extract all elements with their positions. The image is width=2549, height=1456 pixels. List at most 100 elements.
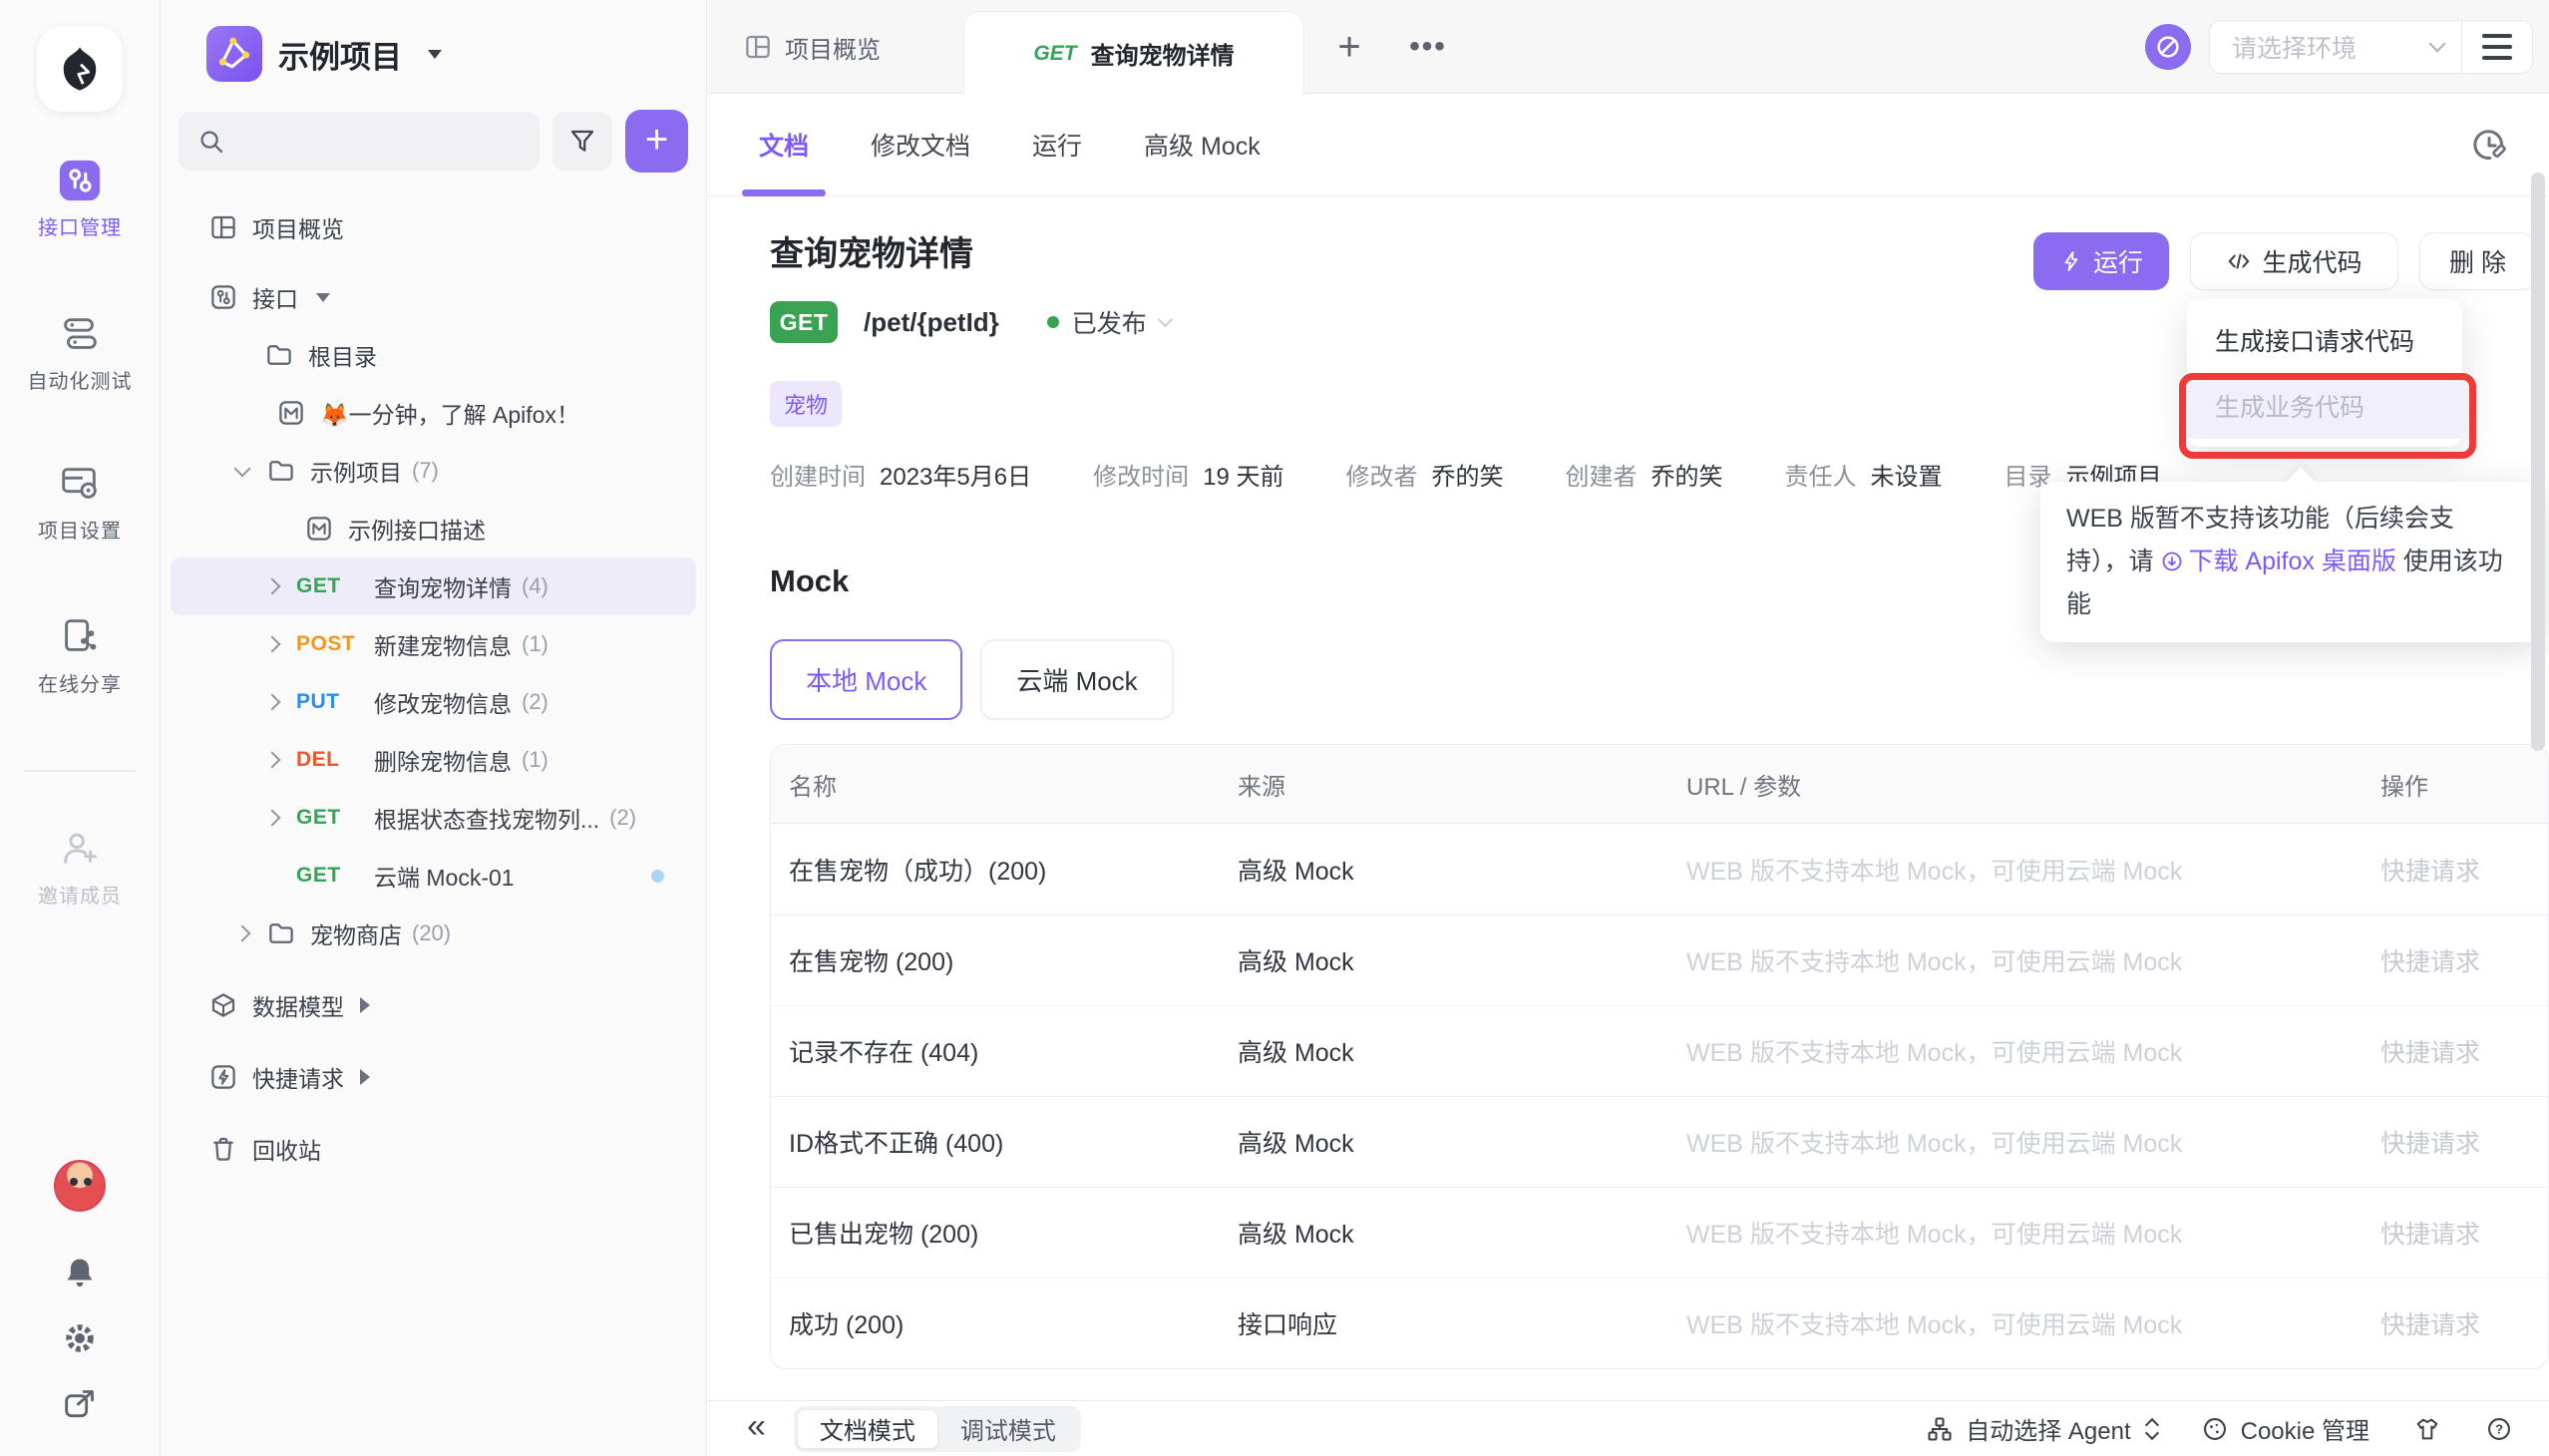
quick-request-link[interactable]: 快捷请求 [2357,1305,2548,1341]
tree-item[interactable]: 🦊一分钟，了解 Apifox！ [171,384,696,442]
chevron-icon[interactable] [232,927,266,939]
agent-selector[interactable]: 自动选择 Agent [1926,1411,2156,1446]
chevron-icon[interactable] [232,467,266,475]
rail-item-online-share[interactable]: 在线分享 [0,614,160,697]
tree-item[interactable]: 宠物商店 (20) [171,905,696,962]
tab-more-button[interactable]: ••• [1393,0,1463,94]
method-badge: GET [296,864,374,888]
tree-item[interactable]: GET 云端 Mock-01 [171,847,696,905]
agent-icon [1926,1415,1954,1443]
tree-item[interactable]: GET 查询宠物详情 (4) [171,557,696,615]
quick-request-link[interactable]: 快捷请求 [2357,1124,2548,1160]
chevron-icon[interactable] [262,812,296,824]
rail-item-api-management[interactable]: 接口管理 [0,158,160,240]
environment-select[interactable]: 请选择环境 [2210,21,2462,73]
method-badge: DEL [296,748,374,772]
tree-item[interactable]: POST 新建宠物信息 (1) [171,615,696,673]
mock-url-placeholder: WEB 版不支持本地 Mock，可使用云端 Mock [1668,1215,2357,1251]
user-avatar[interactable] [54,1160,106,1212]
generate-code-button[interactable]: 生成代码 [2190,232,2398,290]
sidebar-item-data-models[interactable]: 数据模型 [171,976,696,1034]
project-name: 示例项目 [278,32,402,77]
tree-item[interactable]: 根目录 [171,326,696,384]
mock-name: 记录不存在 (404) [771,1033,1220,1069]
rail-item-invite-member[interactable]: 邀请成员 [0,826,160,909]
doc-tab[interactable]: 修改文档 [863,94,978,196]
sidebar-item-overview[interactable]: 项目概览 [171,198,696,256]
chevron-icon[interactable] [262,754,296,766]
mock-url-placeholder: WEB 版不支持本地 Mock，可使用云端 Mock [1668,942,2357,978]
doc-tabs: 文档 修改文档 运行 高级 Mock [751,94,1269,196]
tab-cloud-mock[interactable]: 云端 Mock [980,639,1173,720]
menu-item-request-code[interactable]: 生成接口请求代码 [2187,307,2462,373]
help-button[interactable]: ? [2485,1415,2513,1443]
project-switcher[interactable]: 示例项目 [161,0,706,82]
settings-button[interactable] [56,1314,104,1362]
filter-button[interactable] [552,112,612,171]
status-dot [1047,316,1059,328]
rail-label: 邀请成员 [38,880,122,909]
method-badge: PUT [296,690,374,714]
tree-item[interactable]: PUT 修改宠物信息 (2) [171,673,696,731]
chevron-icon[interactable] [262,696,296,708]
chevron-icon[interactable] [262,638,296,650]
mock-url-placeholder: WEB 版不支持本地 Mock，可使用云端 Mock [1668,852,2357,888]
mock-name: 成功 (200) [771,1305,1220,1341]
doc-mode-button[interactable]: 文档模式 [797,1409,938,1449]
debug-mode-button[interactable]: 调试模式 [938,1409,1078,1449]
tree-item[interactable]: GET 根据状态查找宠物列... (2) [171,789,696,847]
tree-item-count: (2) [609,805,636,831]
api-tree: 项目概览 接口 [161,198,706,1178]
quick-request-link[interactable]: 快捷请求 [2357,942,2548,978]
mock-url-placeholder: WEB 版不支持本地 Mock，可使用云端 Mock [1668,1033,2357,1069]
scrollbar-thumb[interactable] [2531,173,2545,751]
status-selector[interactable]: 已发布 [1047,304,1171,340]
tree-item[interactable]: DEL 删除宠物信息 (1) [171,731,696,789]
tab-local-mock[interactable]: 本地 Mock [770,639,962,720]
tab-active-endpoint[interactable]: GET 查询宠物详情 [963,11,1304,95]
delete-button[interactable]: 删 除 [2419,232,2536,290]
proxy-status-button[interactable] [2145,24,2191,70]
sidebar-item-recycle-bin[interactable]: 回收站 [171,1120,696,1178]
sidebar-item-quick-requests[interactable]: 快捷请求 [171,1048,696,1106]
rail-item-project-settings[interactable]: 项目设置 [0,461,160,544]
export-button[interactable] [56,1380,104,1428]
tree-item-count: (7) [412,458,439,484]
meta-label: 创建者 [1565,457,1637,492]
notifications-button[interactable] [56,1249,104,1296]
history-button[interactable] [2469,94,2509,196]
sidebar-item-label: 数据模型 [252,988,344,1022]
doc-tab[interactable]: 高级 Mock [1136,94,1269,196]
menu-item-business-code[interactable]: 生成业务代码 [2187,373,2462,439]
lightning-icon [208,1062,238,1092]
new-tab-button[interactable]: + [1319,0,1379,94]
add-button[interactable]: + [625,110,688,173]
search-input[interactable] [179,112,540,171]
tab-project-overview[interactable]: 项目概览 [743,0,881,94]
sidebar-item-api-section[interactable]: 接口 [171,268,696,326]
tag-badge[interactable]: 宠物 [770,381,842,427]
tree-item-label: 🦊一分钟，了解 Apifox！ [320,396,579,430]
run-button[interactable]: 运行 [2033,232,2169,290]
doc-tab[interactable]: 运行 [1024,94,1090,196]
download-desktop-link[interactable]: 下载 Apifox 桌面版 [2160,547,2395,575]
chevron-icon[interactable] [262,580,296,592]
collapse-sidebar-button[interactable]: « [747,1409,766,1443]
mock-source: 接口响应 [1220,1305,1668,1341]
apifox-logo[interactable] [37,26,123,112]
quick-request-link[interactable]: 快捷请求 [2357,1033,2548,1069]
doc-tab[interactable]: 文档 [751,94,817,196]
plus-icon: + [645,120,668,160]
table-row: 成功 (200) 接口响应 WEB 版不支持本地 Mock，可使用云端 Mock… [771,1277,2548,1368]
tree-item[interactable]: 示例接口描述 [171,500,696,557]
quick-request-link[interactable]: 快捷请求 [2357,1215,2548,1251]
cookie-manager[interactable]: Cookie 管理 [2201,1411,2369,1446]
tree-item[interactable]: 示例项目 (7) [171,442,696,500]
markdown-icon [304,514,334,544]
menu-button[interactable] [2462,21,2532,73]
rail-item-auto-test[interactable]: 自动化测试 [0,311,160,394]
theme-button[interactable] [2413,1415,2441,1443]
generate-code-label: 生成代码 [2262,243,2362,279]
meta-pair: 责任人 未设置 [1784,457,1942,492]
quick-request-link[interactable]: 快捷请求 [2357,852,2548,888]
